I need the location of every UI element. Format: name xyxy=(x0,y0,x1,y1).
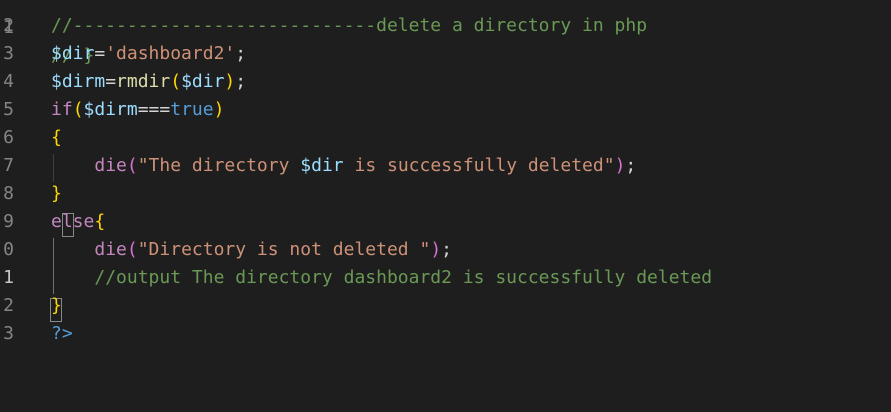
code-token-b2: ) xyxy=(614,155,626,176)
code-text: } xyxy=(51,292,62,320)
code-token-op: === xyxy=(137,99,171,120)
code-token-kw: die xyxy=(94,239,127,260)
line-number: 2 xyxy=(3,15,14,36)
code-token-const: true xyxy=(170,99,214,120)
code-token-b2: ) xyxy=(430,239,442,260)
code-token-b1: ( xyxy=(170,71,182,92)
code-text: die("Directory is not deleted "); xyxy=(51,236,452,264)
code-text: { xyxy=(51,124,62,152)
line-number: 7 xyxy=(3,155,14,176)
code-token-fn: rmdir xyxy=(116,71,171,92)
code-text: //----------------------------delete a d… xyxy=(51,12,647,40)
code-token-str: is successfully deleted" xyxy=(343,155,615,176)
code-token-op xyxy=(51,267,94,288)
code-token-var: $dir xyxy=(181,71,225,92)
code-token-op: ; xyxy=(235,71,247,92)
code-text: if($dirm===true) xyxy=(51,96,224,124)
code-token-b1: ( xyxy=(72,99,84,120)
code-token-str: "The directory xyxy=(137,155,301,176)
code-token-op: ; xyxy=(441,239,453,260)
code-token-b1: ) xyxy=(213,99,225,120)
code-token-op: ; xyxy=(625,155,637,176)
code-text: } xyxy=(51,180,62,208)
code-line[interactable]: 4 $dirm=rmdir($dir); xyxy=(0,68,891,96)
line-number: 9 xyxy=(3,211,14,232)
line-number: 0 xyxy=(3,239,14,260)
code-text: else{ xyxy=(51,208,105,236)
code-text: ?> xyxy=(51,320,73,348)
code-token-op: ; xyxy=(235,43,247,64)
code-text: $dir='dashboard2'; xyxy=(51,40,246,68)
code-token-b1: } xyxy=(51,295,62,316)
code-text: die("The directory $dir is successfully … xyxy=(51,152,636,180)
code-token-op xyxy=(51,155,94,176)
line-number: 1 xyxy=(3,267,14,288)
code-line[interactable]: 2 //----------------------------delete a … xyxy=(0,12,891,40)
code-editor[interactable]: 1 // } 2//----------------------------de… xyxy=(0,0,891,412)
code-line[interactable]: 3 ?> xyxy=(0,320,891,348)
line-number: 2 xyxy=(3,295,14,316)
line-number: 6 xyxy=(3,127,14,148)
code-token-var: $dir xyxy=(51,43,95,64)
code-token-b2: ( xyxy=(126,239,138,260)
code-line[interactable]: 5 if($dirm===true) xyxy=(0,96,891,124)
code-token-var: $dirm xyxy=(83,99,138,120)
code-token-kw: if xyxy=(51,99,73,120)
code-token-str: 'dashboard2' xyxy=(105,43,236,64)
code-token-op: = xyxy=(105,71,117,92)
line-number: 3 xyxy=(3,43,14,64)
line-number: 5 xyxy=(3,99,14,120)
code-token-str: "Directory is not deleted " xyxy=(137,239,431,260)
code-token-tag: ?> xyxy=(51,323,73,344)
code-token-b1: { xyxy=(51,127,62,148)
code-line[interactable]: 3 $dir='dashboard2'; xyxy=(0,40,891,68)
code-token-op: = xyxy=(94,43,106,64)
code-line[interactable]: 6{ xyxy=(0,124,891,152)
code-token-comment: //----------------------------delete a d… xyxy=(51,15,648,36)
line-number: 8 xyxy=(3,183,14,204)
line-number: 4 xyxy=(3,71,14,92)
code-token-kw: die xyxy=(94,155,127,176)
code-line[interactable]: 1 //output The directory dashboard2 is s… xyxy=(0,264,891,292)
code-token-var: $dirm xyxy=(51,71,106,92)
code-line[interactable]: 8} xyxy=(0,180,891,208)
code-token-b2: ( xyxy=(126,155,138,176)
code-text: //output The directory dashboard2 is suc… xyxy=(51,264,712,292)
code-line[interactable]: 2} xyxy=(0,292,891,320)
code-token-var: $dir xyxy=(300,155,344,176)
code-token-b1: ) xyxy=(224,71,236,92)
code-line[interactable]: 0 die("Directory is not deleted "); xyxy=(0,236,891,264)
code-token-comment: //output The directory dashboard2 is suc… xyxy=(94,267,713,288)
code-token-kw: else xyxy=(51,211,95,232)
code-text: $dirm=rmdir($dir); xyxy=(51,68,246,96)
code-line[interactable]: 9 else{ xyxy=(0,208,891,236)
code-token-b1: { xyxy=(94,211,106,232)
code-token-b1: } xyxy=(51,183,62,204)
code-token-op xyxy=(51,239,94,260)
line-number: 3 xyxy=(3,323,14,344)
code-line[interactable]: 7 die("The directory $dir is successfull… xyxy=(0,152,891,180)
